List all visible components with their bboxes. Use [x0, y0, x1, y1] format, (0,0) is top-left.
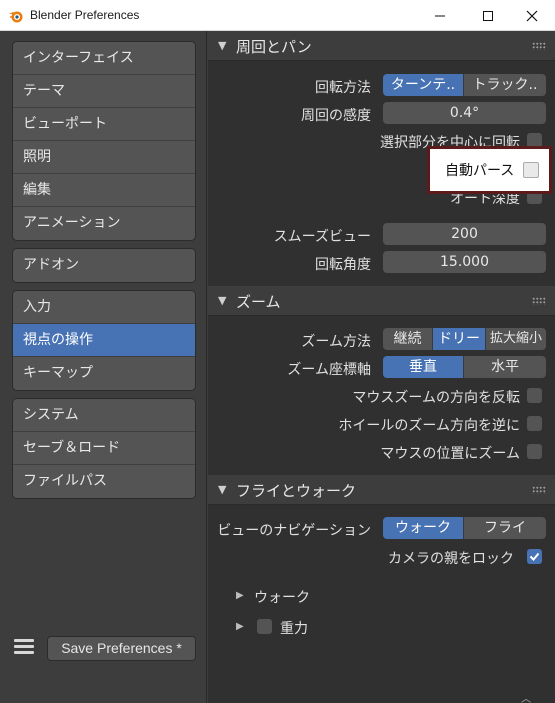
walk-subpanel-title[interactable]: ウォーク: [254, 587, 310, 607]
zoom-method-scale[interactable]: 拡大縮小: [486, 328, 546, 350]
collapsed-triangle-icon[interactable]: ▶: [236, 621, 244, 632]
save-preferences-button[interactable]: Save Preferences *: [47, 636, 196, 661]
sidebar-item-addons[interactable]: アドオン: [13, 249, 195, 282]
gravity-checkbox[interactable]: [257, 619, 272, 634]
sidebar-item-keymap[interactable]: キーマップ: [13, 357, 195, 390]
sidebar-item-animation[interactable]: アニメーション: [13, 207, 195, 240]
sidebar-item-input[interactable]: 入力: [13, 291, 195, 324]
rotation-angle-field[interactable]: 15.000: [383, 251, 546, 273]
expand-triangle-icon: ▼: [218, 39, 227, 52]
zoom-to-mouse-checkbox[interactable]: [527, 444, 542, 459]
close-button[interactable]: [509, 0, 555, 31]
view-navigation-fly[interactable]: フライ: [464, 517, 546, 539]
close-icon: [526, 10, 538, 21]
orbit-method-turntable[interactable]: ターンテ..: [383, 74, 464, 96]
window-title: Blender Preferences: [30, 8, 140, 22]
drag-grip-icon[interactable]: [532, 297, 546, 305]
scroll-up-icon[interactable]: ︿: [521, 690, 535, 703]
sidebar-item-viewport[interactable]: ビューポート: [13, 108, 195, 141]
sidebar-item-save-load[interactable]: セーブ＆ロード: [13, 432, 195, 465]
zoom-axis-horizontal[interactable]: 水平: [464, 356, 546, 378]
invert-wheel-zoom-label: ホイールのズーム方向を逆に: [338, 418, 520, 434]
minimize-icon: [435, 15, 445, 16]
panel-title-orbit-pan: 周回とパン: [236, 38, 312, 56]
zoom-method-dolly[interactable]: ドリー: [433, 328, 486, 350]
title-bar: Blender Preferences: [0, 0, 555, 31]
lock-camera-parent-label: カメラの親をロック: [388, 551, 514, 567]
auto-perspective-label: 自動パース: [445, 163, 515, 179]
view-navigation-label: ビューのナビゲーション: [217, 523, 371, 539]
collapsed-triangle-icon[interactable]: ▶: [236, 590, 244, 601]
blender-logo-icon: [9, 11, 23, 23]
rotation-angle-label: 回転角度: [315, 257, 371, 273]
checkmark-icon: [529, 552, 540, 561]
sidebar-item-themes[interactable]: テーマ: [13, 75, 195, 108]
zoom-axis-selector[interactable]: 垂直 水平: [383, 356, 546, 378]
sidebar-item-file-paths[interactable]: ファイルパス: [13, 465, 195, 498]
nav-group-addons: アドオン: [12, 248, 196, 283]
orbit-method-trackball[interactable]: トラック..: [464, 74, 546, 96]
expand-triangle-icon: ▼: [218, 483, 227, 496]
invert-mouse-zoom-label: マウスズームの方向を反転: [352, 390, 520, 406]
view-navigation-selector[interactable]: ウォーク フライ: [383, 517, 546, 539]
maximize-icon: [483, 10, 493, 21]
drag-grip-icon[interactable]: [532, 486, 546, 494]
smooth-view-field[interactable]: 200: [383, 223, 546, 245]
nav-group-general: インターフェイス テーマ ビューポート 照明 編集 アニメーション: [12, 41, 196, 241]
zoom-method-label: ズーム方法: [301, 334, 371, 350]
orbit-method-label: 回転方法: [315, 80, 371, 96]
panel-header-fly-walk[interactable]: ▼ フライとウォーク: [208, 475, 555, 505]
nav-group-system: システム セーブ＆ロード ファイルパス: [12, 398, 196, 499]
panel-header-zoom[interactable]: ▼ ズーム: [208, 286, 555, 316]
zoom-method-selector[interactable]: 継続 ドリー 拡大縮小: [383, 328, 546, 350]
nav-group-input: 入力 視点の操作 キーマップ: [12, 290, 196, 391]
sidebar: インターフェイス テーマ ビューポート 照明 編集 アニメーション アドオン 入…: [0, 31, 207, 703]
minimize-button[interactable]: [417, 0, 463, 31]
menu-icon[interactable]: [12, 636, 36, 660]
gravity-subpanel-title[interactable]: 重力: [280, 618, 308, 638]
panel-title-zoom: ズーム: [236, 293, 281, 311]
zoom-axis-vertical[interactable]: 垂直: [383, 356, 464, 378]
sidebar-item-navigation[interactable]: 視点の操作: [13, 324, 195, 357]
orbit-sensitivity-label: 周回の感度: [301, 108, 371, 124]
panel-title-fly-walk: フライとウォーク: [236, 482, 357, 500]
drag-grip-icon[interactable]: [532, 42, 546, 50]
view-navigation-walk[interactable]: ウォーク: [383, 517, 464, 539]
orbit-sensitivity-field[interactable]: 0.4°: [383, 102, 546, 124]
invert-mouse-zoom-checkbox[interactable]: [527, 388, 542, 403]
expand-triangle-icon: ▼: [218, 294, 227, 307]
zoom-method-continue[interactable]: 継続: [383, 328, 433, 350]
sidebar-item-lights[interactable]: 照明: [13, 141, 195, 174]
orbit-method-selector[interactable]: ターンテ.. トラック..: [383, 74, 546, 96]
maximize-button[interactable]: [465, 0, 511, 31]
zoom-to-mouse-label: マウスの位置にズーム: [380, 446, 520, 462]
sidebar-item-system[interactable]: システム: [13, 399, 195, 432]
zoom-axis-label: ズーム座標軸: [287, 362, 371, 378]
invert-wheel-zoom-checkbox[interactable]: [527, 416, 542, 431]
panel-header-orbit-pan[interactable]: ▼ 周回とパン: [208, 31, 555, 61]
sidebar-item-interface[interactable]: インターフェイス: [13, 42, 195, 75]
sidebar-item-editing[interactable]: 編集: [13, 174, 195, 207]
lock-camera-parent-checkbox[interactable]: [527, 549, 542, 564]
smooth-view-label: スムーズビュー: [273, 229, 371, 245]
auto-perspective-callout: 自動パース: [427, 146, 552, 194]
auto-perspective-checkbox[interactable]: [523, 162, 539, 178]
